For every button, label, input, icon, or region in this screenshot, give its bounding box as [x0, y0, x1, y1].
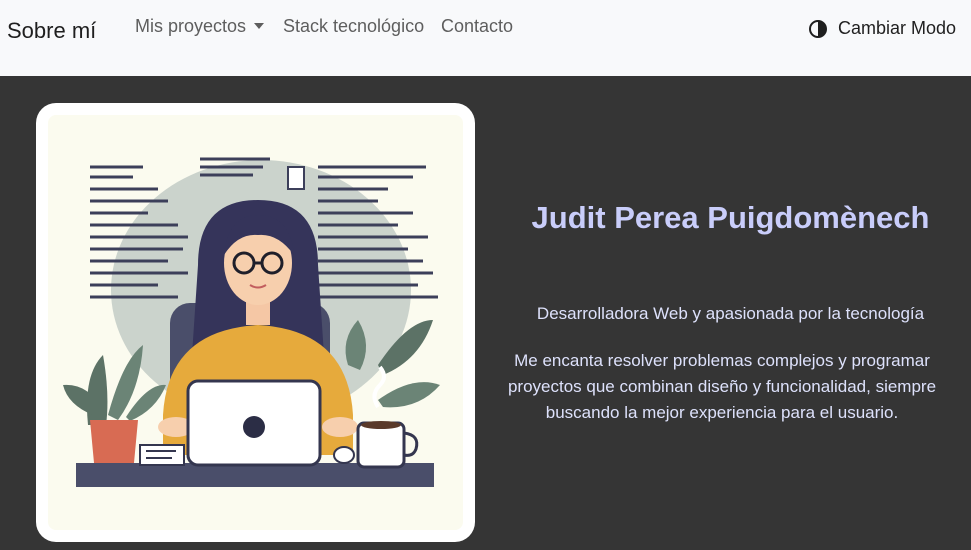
navbar: Sobre mí Mis proyectos Stack tecnológico… [0, 0, 971, 76]
nav-tech-stack[interactable]: Stack tecnológico [283, 16, 424, 37]
nav-contact[interactable]: Contacto [441, 16, 513, 37]
nav-projects-label: Mis proyectos [135, 16, 247, 36]
hero-image-card [36, 103, 475, 542]
profile-illustration [48, 115, 463, 530]
brand-link[interactable]: Sobre mí [7, 18, 96, 44]
chevron-down-icon [254, 23, 265, 29]
nav-projects-dropdown[interactable]: Mis proyectos [135, 16, 265, 37]
profile-name: Judit Perea Puigdomènech [531, 200, 930, 235]
profile-description: Me encanta resolver problemas complejos … [507, 351, 937, 422]
contrast-icon [809, 19, 827, 38]
toggle-mode-button[interactable]: Cambiar Modo [808, 18, 956, 39]
profile-tagline: Desarrolladora Web y apasionada por la t… [536, 304, 925, 323]
toggle-mode-label: Cambiar Modo [838, 18, 957, 38]
